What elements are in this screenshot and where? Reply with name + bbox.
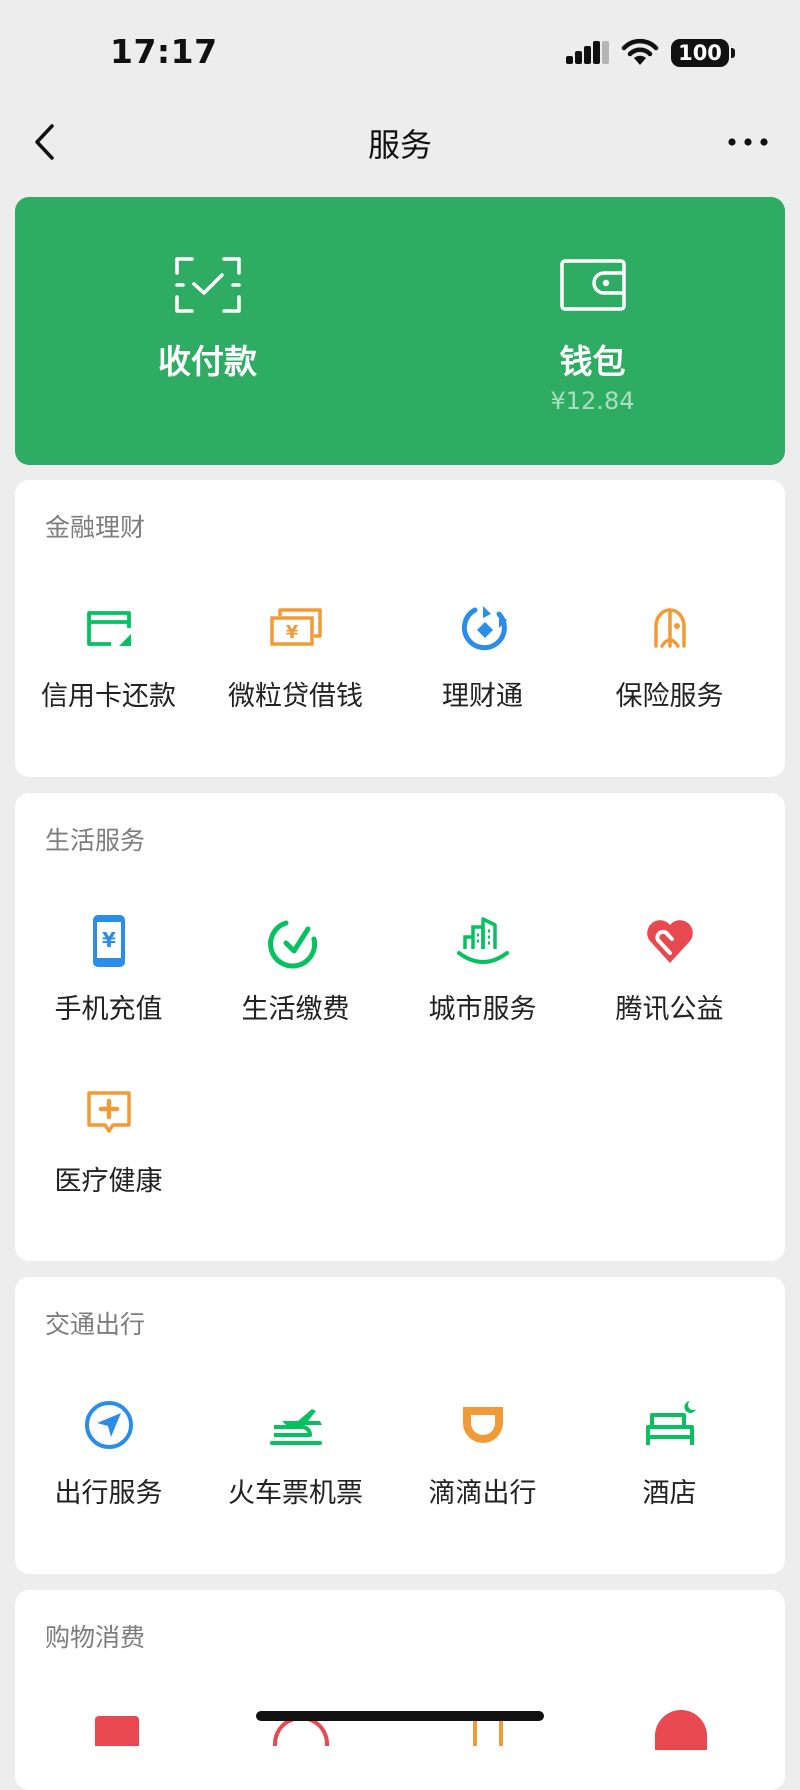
tile-label: 酒店 — [642, 1478, 697, 1509]
train-plane-icon — [269, 1409, 322, 1445]
section-title: 交通出行 — [45, 1310, 146, 1339]
city-service-icon — [456, 917, 509, 964]
pay-receive-button[interactable]: 收付款 — [15, 197, 400, 465]
tile-label: 火车票机票 — [228, 1478, 363, 1509]
didi-icon — [462, 1407, 503, 1443]
status-time: 17:17 — [110, 32, 218, 71]
travel-icon — [84, 1401, 133, 1449]
navigation-bar: 服务 — [0, 100, 800, 184]
shopping-bag-icon[interactable] — [95, 1716, 139, 1746]
tile-travel-service[interactable]: 出行服务 — [15, 1397, 202, 1527]
section-title: 金融理财 — [45, 513, 146, 542]
section-transport: 交通出行 出行服务 火车票机票 滴滴出行 酒店 — [15, 1277, 785, 1574]
medical-icon — [86, 1091, 131, 1133]
cellular-signal-icon — [566, 41, 609, 64]
tile-licaitong[interactable]: 理财通 — [389, 600, 576, 730]
tile-label: 手机充值 — [54, 994, 163, 1025]
scan-check-icon — [174, 257, 241, 313]
tile-label: 城市服务 — [428, 994, 537, 1025]
battery-icon: 100 — [671, 39, 729, 67]
tile-label: 出行服务 — [54, 1478, 163, 1509]
loan-icon: ¥ — [269, 608, 322, 646]
tile-label: 保险服务 — [615, 681, 724, 712]
tile-credit-card[interactable]: 信用卡还款 — [15, 600, 202, 730]
status-bar: 17:17 100 — [0, 0, 800, 100]
section-finance: 金融理财 信用卡还款 ¥ 微粒贷借钱 理财通 保险服务 — [15, 480, 785, 777]
tile-utility-payment[interactable]: 生活缴费 — [202, 913, 389, 1043]
section-title: 生活服务 — [45, 826, 146, 855]
credit-card-icon — [86, 611, 131, 646]
tile-label: 信用卡还款 — [41, 681, 176, 712]
pay-receive-label: 收付款 — [158, 342, 257, 381]
page-title: 服务 — [367, 126, 432, 164]
wallet-label: 钱包 — [559, 342, 626, 381]
tile-label: 医疗健康 — [54, 1166, 163, 1197]
tile-weilidai[interactable]: ¥ 微粒贷借钱 — [202, 600, 389, 730]
tile-train-plane[interactable]: 火车票机票 — [202, 1397, 389, 1527]
tile-hotel[interactable]: 酒店 — [576, 1397, 763, 1527]
tile-label: 滴滴出行 — [428, 1478, 537, 1509]
tile-label: 生活缴费 — [241, 994, 350, 1025]
wifi-icon — [621, 38, 659, 65]
more-options-icon[interactable] — [720, 120, 780, 164]
tile-label: 理财通 — [442, 681, 523, 712]
wealth-icon — [461, 606, 507, 651]
tile-city-service[interactable]: 城市服务 — [389, 913, 576, 1043]
tile-insurance[interactable]: 保险服务 — [576, 600, 763, 730]
wallet-balance: ¥12.84 — [550, 387, 635, 415]
section-title: 购物消费 — [45, 1623, 146, 1652]
insurance-icon — [653, 608, 686, 648]
tile-didi[interactable]: 滴滴出行 — [389, 1397, 576, 1527]
wallet-icon — [559, 259, 626, 311]
section-shopping: 购物消费 — [15, 1590, 785, 1790]
svg-text:¥: ¥ — [285, 622, 298, 643]
wallet-card: 收付款 钱包 ¥12.84 — [15, 197, 785, 465]
charity-icon — [646, 920, 693, 963]
section-life-services: 生活服务 ¥ 手机充值 生活缴费 城市服务 腾讯公益 医疗健康 — [15, 793, 785, 1261]
jd-icon[interactable] — [655, 1710, 707, 1750]
battery-tip — [731, 48, 735, 58]
tile-medical[interactable]: 医疗健康 — [15, 1085, 202, 1215]
tile-phone-topup[interactable]: ¥ 手机充值 — [15, 913, 202, 1043]
wallet-button[interactable]: 钱包 ¥12.84 — [400, 197, 785, 465]
svg-text:¥: ¥ — [102, 928, 116, 952]
tile-label: 腾讯公益 — [615, 994, 724, 1025]
phone-topup-icon: ¥ — [92, 915, 125, 967]
tile-label: 微粒贷借钱 — [228, 681, 363, 712]
home-indicator[interactable] — [256, 1711, 544, 1721]
utility-payment-icon — [267, 920, 317, 969]
tile-charity[interactable]: 腾讯公益 — [576, 913, 763, 1043]
hotel-icon — [645, 1401, 696, 1445]
